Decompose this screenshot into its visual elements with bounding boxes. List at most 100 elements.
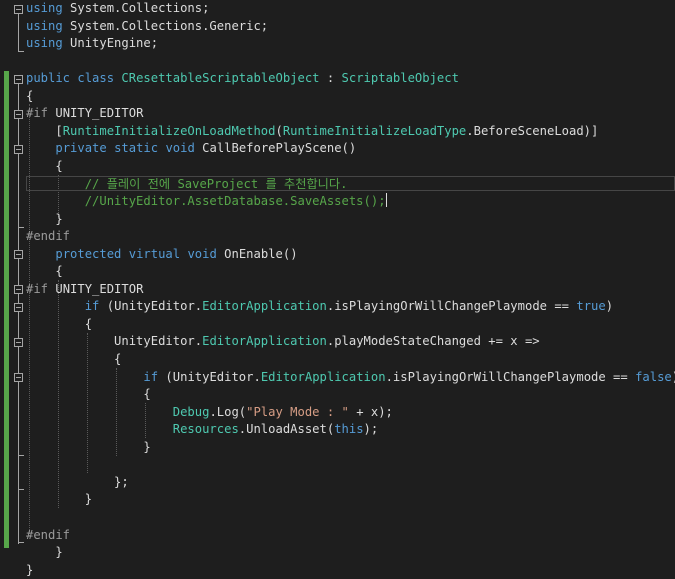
code-line[interactable]: #if UNITY_EDITOR: [0, 105, 675, 123]
code-token: .UnloadAsset(: [238, 422, 335, 437]
code-line[interactable]: [0, 53, 675, 71]
code-token: [: [26, 123, 63, 138]
code-token: System.Collections.Generic;: [62, 18, 269, 33]
code-text: }: [26, 491, 92, 509]
code-token: RuntimeInitializeLoadType: [282, 123, 467, 138]
code-token: }: [26, 562, 34, 577]
code-line[interactable]: if (UnityEditor.EditorApplication.isPlay…: [0, 298, 675, 316]
code-token: if: [143, 369, 159, 384]
code-line[interactable]: using System.Collections;: [0, 0, 675, 18]
code-token: // 플레이 전에 SaveProject 를 추천합니다.: [26, 176, 348, 191]
code-line[interactable]: };: [0, 474, 675, 492]
code-token: ScriptableObject: [341, 71, 459, 86]
code-token: + x);: [348, 404, 393, 419]
code-token: #if: [26, 281, 49, 296]
code-line[interactable]: //UnityEditor.AssetDatabase.SaveAssets()…: [0, 193, 675, 211]
code-token: EditorApplication: [202, 334, 327, 349]
code-text: #if UNITY_EDITOR: [26, 105, 143, 123]
code-line[interactable]: {: [0, 316, 675, 334]
code-text: private static void CallBeforePlayScene(…: [26, 140, 356, 158]
code-line[interactable]: #endif: [0, 527, 675, 545]
code-token: (: [275, 123, 283, 138]
code-line[interactable]: Resources.UnloadAsset(this);: [0, 421, 675, 439]
code-line[interactable]: #endif: [0, 228, 675, 246]
code-token: Resources: [172, 422, 239, 437]
code-line[interactable]: public class CResettableScriptableObject…: [0, 70, 675, 88]
code-text: }: [26, 439, 151, 457]
code-line[interactable]: {: [0, 351, 675, 369]
code-line[interactable]: if (UnityEditor.EditorApplication.isPlay…: [0, 369, 675, 387]
code-text: using UnityEngine;: [26, 35, 158, 53]
code-line[interactable]: using UnityEngine;: [0, 35, 675, 53]
code-token: using: [26, 1, 63, 15]
code-token: (UnityEditor.: [99, 299, 203, 314]
code-token: };: [26, 474, 129, 489]
code-line[interactable]: }: [0, 439, 675, 457]
text-caret: [385, 193, 387, 208]
code-token: OnEnable(): [216, 246, 298, 261]
code-text: if (UnityEditor.EditorApplication.isPlay…: [26, 369, 675, 387]
code-line[interactable]: protected virtual void OnEnable(): [0, 246, 675, 264]
code-line[interactable]: {: [0, 263, 675, 281]
code-token: .BeforeSceneLoad)]: [466, 123, 599, 138]
code-token: EditorApplication: [202, 299, 327, 314]
code-token: {: [26, 387, 151, 402]
code-token: .playModeStateChanged += x =>: [326, 334, 540, 349]
code-line[interactable]: [0, 509, 675, 527]
code-text: if (UnityEditor.EditorApplication.isPlay…: [26, 298, 613, 316]
code-text: protected virtual void OnEnable(): [26, 246, 298, 264]
code-line[interactable]: Debug.Log("Play Mode : " + x);: [0, 404, 675, 422]
code-token: }: [26, 439, 151, 454]
code-token: #endif: [26, 527, 71, 542]
code-text: #if UNITY_EDITOR: [26, 281, 143, 299]
code-token: UnityEditor.: [26, 334, 203, 349]
code-text: {: [26, 88, 33, 106]
code-token: UNITY_EDITOR: [48, 106, 144, 121]
code-token: System.Collections;: [62, 1, 210, 15]
code-token: Debug: [172, 404, 210, 419]
code-line[interactable]: {: [0, 158, 675, 176]
code-line[interactable]: {: [0, 88, 675, 106]
code-line[interactable]: }: [0, 562, 675, 579]
code-line[interactable]: #if UNITY_EDITOR: [0, 281, 675, 299]
code-line[interactable]: private static void CallBeforePlayScene(…: [0, 140, 675, 158]
code-text: [RuntimeInitializeOnLoadMethod(RuntimeIn…: [26, 123, 598, 141]
code-token: virtual: [128, 246, 181, 261]
code-token: }: [26, 545, 63, 560]
code-text: }: [26, 211, 62, 229]
code-text: }: [26, 562, 33, 579]
code-token: .Log(: [209, 404, 247, 419]
code-token: (UnityEditor.: [158, 369, 261, 384]
code-line[interactable]: UnityEditor.EditorApplication.playModeSt…: [0, 333, 675, 351]
code-line[interactable]: }: [0, 491, 675, 509]
code-token: false: [635, 369, 672, 384]
code-line[interactable]: using System.Collections.Generic;: [0, 18, 675, 36]
code-line[interactable]: }: [0, 544, 675, 562]
code-line[interactable]: [0, 456, 675, 474]
code-token: static: [114, 141, 159, 156]
code-line[interactable]: {: [0, 386, 675, 404]
code-line[interactable]: [RuntimeInitializeOnLoadMethod(RuntimeIn…: [0, 123, 675, 141]
code-token: if: [84, 299, 100, 314]
code-token: ): [605, 299, 614, 314]
code-token: #endif: [26, 229, 71, 244]
code-text: {: [26, 263, 62, 281]
code-token: }: [26, 492, 93, 507]
code-token: public: [26, 71, 71, 86]
code-text: public class CResettableScriptableObject…: [26, 70, 459, 88]
code-text: {: [26, 316, 92, 334]
code-line[interactable]: }: [0, 211, 675, 229]
code-text: };: [26, 474, 129, 492]
code-text: {: [26, 351, 121, 369]
code-token: {: [26, 352, 122, 366]
code-editor[interactable]: using System.Collections; using System.Co…: [0, 0, 675, 577]
code-token: .isPlayingOrWillChangePlaymode ==: [326, 299, 577, 314]
code-token: UnityEngine;: [62, 36, 159, 51]
code-line[interactable]: // 플레이 전에 SaveProject 를 추천합니다.: [0, 176, 675, 194]
